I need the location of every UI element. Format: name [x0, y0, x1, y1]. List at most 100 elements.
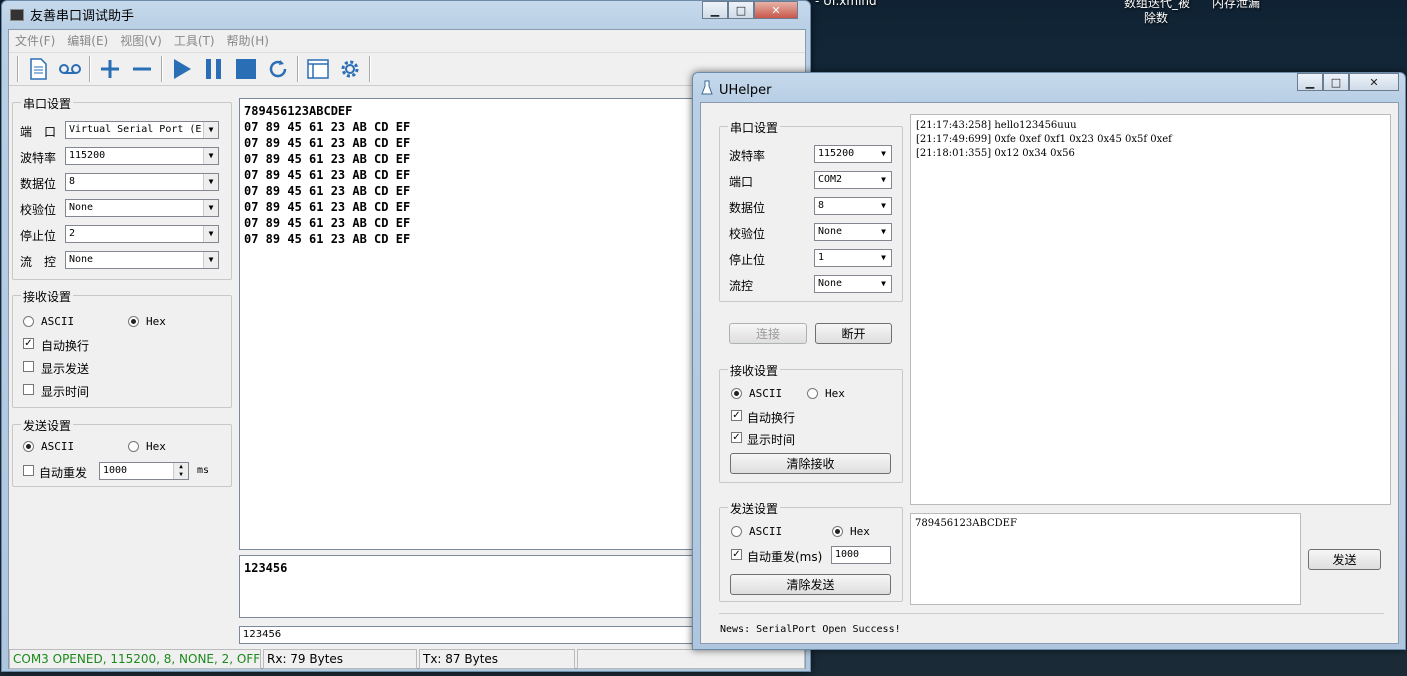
uh-serial-group: 串口设置 波特率 115200 ▼ 端口 COM2 ▼ 数据位 8 ▼ 校验位 Non…	[719, 119, 903, 302]
flow-select[interactable]: None ▼	[65, 251, 219, 269]
uh-databits-select[interactable]: 8 ▼	[814, 197, 892, 215]
databits-select[interactable]: 8 ▼	[65, 173, 219, 191]
stopbits-select[interactable]: 2 ▼	[65, 225, 219, 243]
title-bar[interactable]: 友善串口调试助手	[10, 5, 134, 24]
minus-icon[interactable]	[129, 56, 155, 82]
status-tx: Tx: 87 Bytes	[419, 649, 575, 669]
menu-edit[interactable]: 编辑(E)	[67, 32, 108, 49]
auto-resend-checkbox[interactable]	[23, 465, 34, 476]
port-select[interactable]: Virtual Serial Port (E ▼	[65, 121, 219, 139]
uh-receive-textarea[interactable]: [21:17:43:258] hello123456uuu [21:17:49:…	[910, 114, 1391, 505]
parity-select[interactable]: None ▼	[65, 199, 219, 217]
connect-button[interactable]: 连接	[729, 323, 807, 344]
uh-stopbits-value: 1	[818, 252, 825, 263]
uh-parity-value: None	[818, 226, 843, 237]
refresh-icon[interactable]	[265, 56, 291, 82]
stop-icon[interactable]	[233, 56, 259, 82]
uh-resend-interval-input[interactable]: 1000	[831, 546, 891, 564]
uhelper-maximize-button[interactable]: □	[1323, 73, 1349, 91]
uh-baud-select[interactable]: 115200 ▼	[814, 145, 892, 163]
uhelper-close-button[interactable]: ✕	[1349, 73, 1399, 91]
baud-value: 115200	[69, 150, 106, 161]
menu-tools[interactable]: 工具(T)	[174, 32, 215, 49]
uhelper-title-bar[interactable]: UHelper	[701, 80, 772, 100]
send-settings-group: 发送设置 ASCII Hex 自动重发 1000 ▲ ▼ ms	[12, 417, 232, 487]
port-value: Virtual Serial Port (E	[69, 124, 202, 135]
show-send-checkbox[interactable]	[23, 361, 34, 372]
auto-newline-checkbox[interactable]: ✓	[23, 338, 34, 349]
toolbar	[9, 52, 805, 86]
resend-interval-input[interactable]: 1000 ▲ ▼	[99, 462, 189, 480]
port-label: 端 口	[20, 125, 57, 139]
uh-send-hex-radio[interactable]	[832, 526, 843, 537]
uh-send-button[interactable]: 发送	[1308, 549, 1381, 570]
uh-receive-title: 接收设置	[728, 362, 781, 379]
receive-settings-title: 接收设置	[21, 288, 74, 305]
close-button[interactable]: ✕	[754, 1, 798, 19]
desktop-icon-memleak[interactable]: 内存泄漏	[1212, 0, 1260, 11]
uh-send-textarea[interactable]: 789456123ABCDEF	[910, 513, 1301, 605]
flask-icon	[701, 80, 713, 100]
uh-auto-newline-checkbox[interactable]: ✓	[731, 410, 742, 421]
uh-parity-select[interactable]: None ▼	[814, 223, 892, 241]
menu-view[interactable]: 视图(V)	[120, 32, 162, 49]
stopbits-value: 2	[69, 228, 76, 239]
send-hex-radio[interactable]	[128, 441, 139, 452]
uhelper-minimize-button[interactable]: ▁	[1297, 73, 1323, 91]
uh-auto-newline-label: 自动换行	[747, 411, 796, 425]
uh-recv-hex-label: Hex	[825, 387, 845, 400]
uh-baud-value: 115200	[818, 148, 855, 159]
desktop-icon-xmind[interactable]: - UI.xmind	[815, 0, 877, 8]
send-ascii-label: ASCII	[41, 440, 75, 453]
uh-auto-resend-label: 自动重发(ms)	[747, 550, 823, 564]
clear-receive-button[interactable]: 清除接收	[730, 453, 891, 474]
status-tx-text: Tx: 87 Bytes	[423, 652, 499, 666]
minimize-button[interactable]: ▁	[702, 1, 728, 19]
divider	[719, 613, 1384, 614]
status-connection: COM3 OPENED, 115200, 8, NONE, 2, OFF	[9, 649, 261, 669]
uh-flow-select[interactable]: None ▼	[814, 275, 892, 293]
uh-flow-value: None	[818, 278, 843, 289]
play-icon[interactable]	[169, 56, 195, 82]
new-file-icon[interactable]	[25, 56, 51, 82]
uh-recv-line: [21:18:01:355] 0x12 0x34 0x56	[916, 148, 1075, 159]
maximize-button[interactable]: □	[728, 1, 754, 19]
menu-file[interactable]: 文件(F)	[15, 32, 55, 49]
uh-stopbits-select[interactable]: 1 ▼	[814, 249, 892, 267]
uh-show-time-label: 显示时间	[747, 433, 796, 447]
plus-icon[interactable]	[97, 56, 123, 82]
disconnect-button[interactable]: 断开	[815, 323, 892, 344]
ms-label: ms	[197, 465, 210, 476]
menu-help[interactable]: 帮助(H)	[227, 32, 269, 49]
record-icon[interactable]	[57, 56, 83, 82]
uh-recv-hex-radio[interactable]	[807, 388, 818, 399]
auto-newline-label: 自动换行	[41, 339, 90, 353]
databits-label: 数据位	[20, 177, 57, 191]
window-icon[interactable]	[305, 56, 331, 82]
baud-select[interactable]: 115200 ▼	[65, 147, 219, 165]
recv-ascii-radio[interactable]	[23, 316, 34, 327]
client-area: 文件(F) 编辑(E) 视图(V) 工具(T) 帮助(H) 串口设置 端 口 V…	[8, 29, 806, 669]
uh-flow-label: 流控	[729, 279, 754, 293]
uh-send-hex-label: Hex	[850, 525, 870, 538]
uh-send-title: 发送设置	[728, 500, 781, 517]
uh-databits-value: 8	[818, 200, 825, 211]
uh-send-ascii-radio[interactable]	[731, 526, 742, 537]
status-rx-text: Rx: 79 Bytes	[267, 652, 344, 666]
uh-recv-ascii-radio[interactable]	[731, 388, 742, 399]
send-ascii-radio[interactable]	[23, 441, 34, 452]
uh-port-select[interactable]: COM2 ▼	[814, 171, 892, 189]
serial-settings-group: 串口设置 端 口 Virtual Serial Port (E ▼ 波特率 115…	[12, 95, 232, 280]
status-connection-text: COM3 OPENED, 115200, 8, NONE, 2, OFF	[13, 652, 261, 666]
gear-icon[interactable]	[337, 56, 363, 82]
uh-serial-title: 串口设置	[728, 119, 781, 136]
uh-auto-resend-checkbox[interactable]: ✓	[731, 549, 742, 560]
app-icon	[10, 8, 24, 21]
parity-value: None	[69, 202, 94, 213]
history-text: 123456	[243, 629, 282, 640]
recv-hex-radio[interactable]	[128, 316, 139, 327]
pause-icon[interactable]	[201, 56, 227, 82]
clear-send-button[interactable]: 清除发送	[730, 574, 891, 595]
show-time-checkbox[interactable]	[23, 384, 34, 395]
uh-show-time-checkbox[interactable]: ✓	[731, 432, 742, 443]
